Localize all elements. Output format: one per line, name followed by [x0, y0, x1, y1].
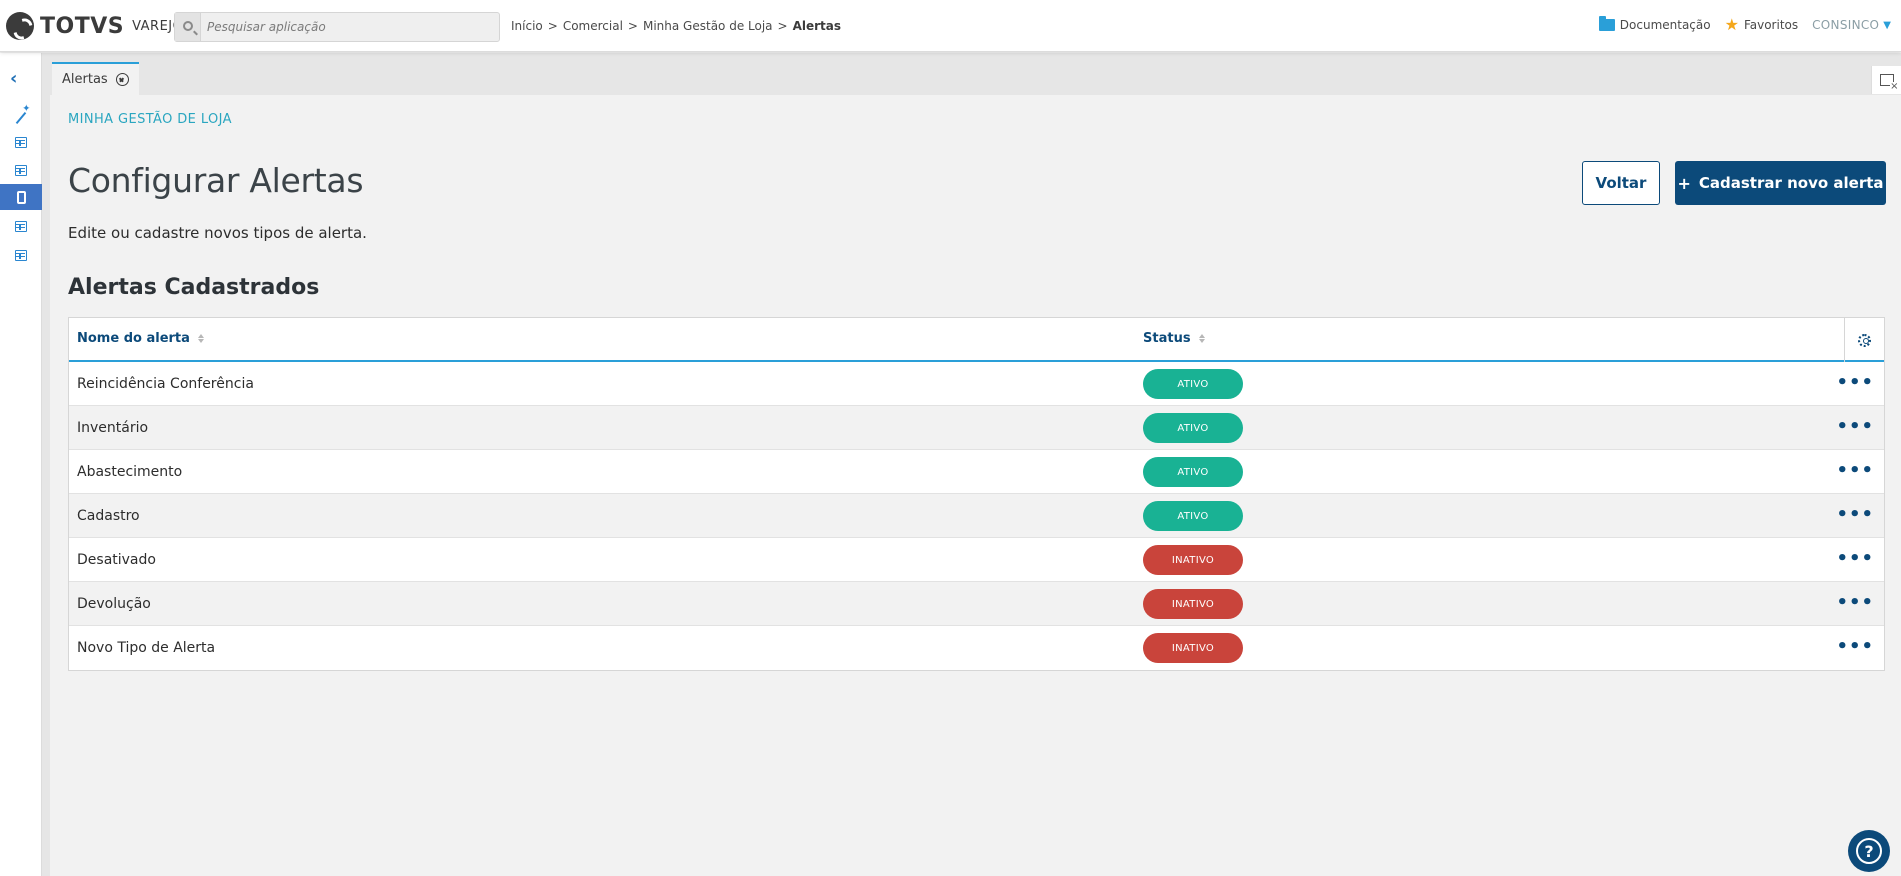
table-icon — [15, 164, 27, 176]
brand-name: TOTVS — [40, 13, 125, 39]
user-menu[interactable]: CONSINCO ▼ — [1812, 18, 1891, 32]
add-alert-button[interactable]: + Cadastrar novo alerta — [1675, 161, 1886, 205]
table-body: Reincidência Conferência ATIVO ••• Inven… — [69, 362, 1884, 670]
sidebar-item-table-3[interactable] — [0, 213, 42, 239]
tab-label: Alertas — [62, 72, 108, 87]
column-name-label: Nome do alerta — [77, 331, 190, 346]
column-status-label: Status — [1143, 331, 1191, 346]
search-button[interactable] — [175, 13, 201, 41]
chevron-down-icon: ▼ — [1883, 19, 1891, 31]
table-icon — [15, 220, 27, 232]
sidebar-item-mobile[interactable] — [0, 184, 42, 210]
tab-alertas[interactable]: Alertas — [52, 62, 139, 95]
table-icon — [15, 249, 27, 261]
favorites-label: Favoritos — [1743, 18, 1799, 32]
table-row: Novo Tipo de Alerta INATIVO ••• — [69, 626, 1884, 670]
user-name: CONSINCO — [1812, 18, 1880, 32]
totvs-logo-icon — [6, 12, 34, 40]
search-icon — [183, 21, 193, 31]
table-header: Nome do alerta Status — [69, 318, 1884, 362]
sidebar-item-tools[interactable] — [0, 105, 42, 131]
documentation-label: Documentação — [1619, 18, 1711, 32]
status-badge: ATIVO — [1143, 369, 1243, 399]
more-options-icon[interactable]: ••• — [1836, 374, 1874, 392]
alert-name: Novo Tipo de Alerta — [77, 640, 216, 656]
top-bar: TOTVS VAREJO Início>Comercial>Minha Gest… — [0, 0, 1901, 52]
alerts-table: Nome do alerta Status Reincidência Confe… — [68, 317, 1885, 671]
more-options-icon[interactable]: ••• — [1836, 418, 1874, 436]
sort-icon — [1198, 334, 1205, 343]
more-options-icon[interactable]: ••• — [1836, 506, 1874, 524]
section-label: MINHA GESTÃO DE LOJA — [68, 112, 232, 127]
top-right-menu: Documentação ★ Favoritos CONSINCO ▼ — [1585, 16, 1891, 33]
help-button[interactable]: ? — [1848, 830, 1890, 872]
table-row: Cadastro ATIVO ••• — [69, 494, 1884, 538]
status-badge: ATIVO — [1143, 413, 1243, 443]
table-row: Abastecimento ATIVO ••• — [69, 450, 1884, 494]
status-badge: INATIVO — [1143, 545, 1243, 575]
breadcrumb-comercial[interactable]: Comercial — [563, 19, 623, 33]
table-row: Reincidência Conferência ATIVO ••• — [69, 362, 1884, 406]
star-icon: ★ — [1724, 15, 1739, 34]
sidebar-item-table-2[interactable] — [0, 157, 42, 183]
more-options-icon[interactable]: ••• — [1836, 550, 1874, 568]
alert-name: Devolução — [77, 596, 151, 612]
alert-name: Cadastro — [77, 508, 140, 524]
more-options-icon[interactable]: ••• — [1836, 638, 1874, 656]
search-input[interactable] — [207, 17, 487, 37]
sidebar-divider — [42, 53, 50, 876]
more-options-icon[interactable]: ••• — [1836, 462, 1874, 480]
close-all-tabs-button[interactable] — [1871, 66, 1901, 94]
status-badge: ATIVO — [1143, 501, 1243, 531]
totvs-logo[interactable]: TOTVS VAREJO — [6, 12, 183, 40]
gear-icon — [1858, 333, 1871, 347]
folder-icon — [1598, 16, 1615, 31]
tab-strip: Alertas — [50, 53, 1901, 95]
status-badge: INATIVO — [1143, 633, 1243, 663]
close-icon[interactable] — [115, 73, 129, 86]
alert-name: Desativado — [77, 552, 156, 568]
sort-icon — [197, 334, 204, 343]
favorites-link[interactable]: ★ Favoritos — [1725, 17, 1799, 33]
wand-icon — [15, 111, 27, 125]
alert-name: Inventário — [77, 420, 149, 436]
alert-name: Reincidência Conferência — [77, 376, 254, 392]
plus-icon: + — [1677, 173, 1691, 193]
status-badge: INATIVO — [1143, 589, 1243, 619]
left-sidebar: ‹ — [0, 53, 50, 876]
breadcrumb: Início > Comercial > Minha Gestão de Loja > Al… — [511, 19, 842, 33]
back-button[interactable]: Voltar — [1582, 161, 1660, 205]
column-header-status[interactable]: Status — [1143, 331, 1205, 346]
sidebar-item-table-1[interactable] — [0, 129, 42, 155]
add-alert-label: Cadastrar novo alerta — [1698, 174, 1884, 192]
more-options-icon[interactable]: ••• — [1836, 594, 1874, 612]
column-header-name[interactable]: Nome do alerta — [77, 331, 204, 346]
app-search — [174, 12, 500, 42]
table-row: Devolução INATIVO ••• — [69, 582, 1884, 626]
table-row: Inventário ATIVO ••• — [69, 406, 1884, 450]
page-title: Configurar Alertas — [68, 161, 364, 200]
table-title: Alertas Cadastrados — [68, 275, 320, 300]
page-description: Edite ou cadastre novos tipos de alerta. — [68, 224, 367, 242]
alert-name: Abastecimento — [77, 464, 183, 480]
breadcrumb-home[interactable]: Início — [511, 19, 543, 33]
table-icon — [15, 136, 27, 148]
status-badge: ATIVO — [1143, 457, 1243, 487]
sidebar-item-table-4[interactable] — [0, 242, 42, 268]
collapse-sidebar-icon[interactable]: ‹ — [10, 70, 17, 88]
table-settings-button[interactable] — [1844, 318, 1884, 362]
mobile-icon — [16, 190, 26, 204]
help-icon: ? — [1856, 838, 1882, 864]
breadcrumb-store-management[interactable]: Minha Gestão de Loja — [643, 19, 773, 33]
breadcrumb-current: Alertas — [792, 19, 842, 33]
documentation-link[interactable]: Documentação — [1598, 16, 1711, 32]
close-tabs-icon — [1879, 74, 1899, 92]
table-row: Desativado INATIVO ••• — [69, 538, 1884, 582]
